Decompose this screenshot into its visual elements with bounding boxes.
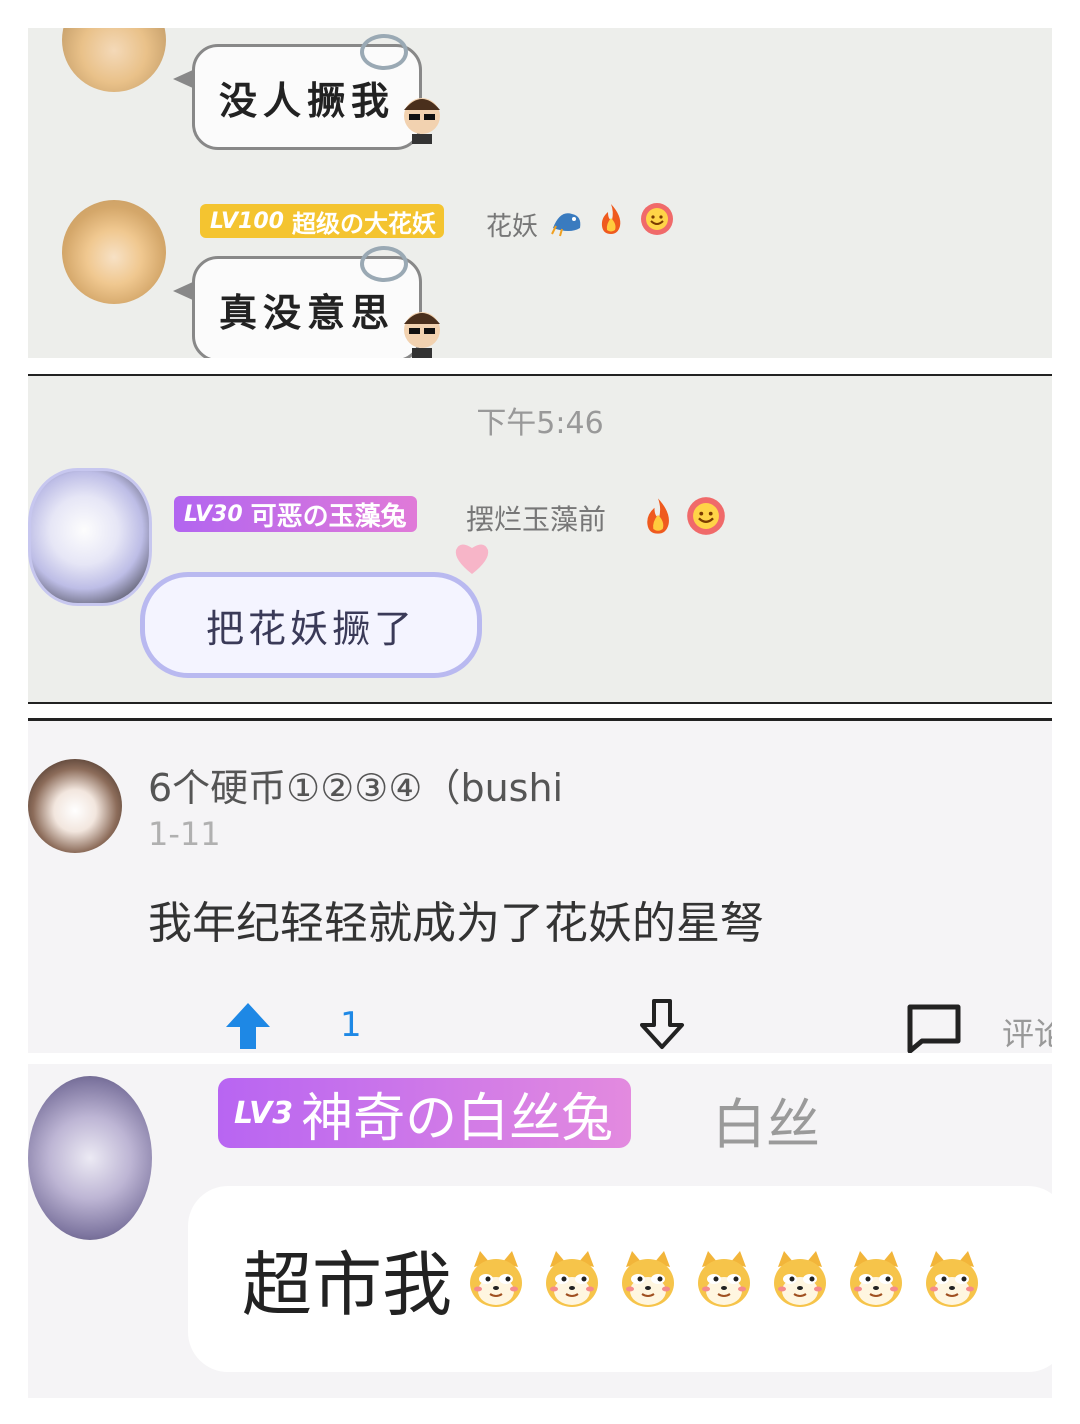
avatar[interactable] <box>28 468 152 606</box>
nickname[interactable]: 白丝 <box>712 1080 820 1159</box>
badge-name: 可恶の玉藻兔 <box>250 501 407 532</box>
level-text: LV100 <box>210 208 284 234</box>
dragon-icon <box>551 213 581 237</box>
fire-icon <box>601 204 621 234</box>
downvote-arrow-icon[interactable] <box>638 997 686 1051</box>
avatar[interactable] <box>62 200 166 304</box>
cheems-emoji <box>470 1251 522 1307</box>
comment-panel: 6个硬币①②③④（bushi 1-11 我年纪轻轻就成为了花妖的星弩 1 评论 <box>28 718 1052 1053</box>
badge-name: 超级の大花妖 <box>291 209 436 238</box>
cheems-emoji <box>622 1251 674 1307</box>
comment-icon[interactable] <box>906 1003 962 1053</box>
upvote-arrow-icon[interactable] <box>224 1001 272 1051</box>
message-text: 把花妖撅了 <box>205 606 416 651</box>
level-text: LV30 <box>184 501 243 527</box>
emoji-row <box>452 1247 984 1311</box>
comment-content: 我年纪轻轻就成为了花妖的星弩 <box>148 898 764 949</box>
cheems-emoji <box>926 1251 978 1307</box>
timestamp: 下午5:46 <box>476 406 604 441</box>
comment-username[interactable]: 6个硬币①②③④（bushi <box>148 757 563 812</box>
cheems-emoji <box>546 1251 598 1307</box>
chat-panel-2: 下午5:46 LV30 可恶の玉藻兔 摆烂玉藻前 把花妖撅了 <box>28 374 1052 704</box>
level-text: LV3 <box>234 1095 294 1131</box>
heart-icon <box>455 544 489 574</box>
message-bubble: 把花妖撅了 <box>140 572 482 678</box>
badge-name: 神奇の白丝兔 <box>301 1088 614 1149</box>
message-text: 没人撅我 <box>218 77 395 123</box>
like-count: 1 <box>340 1005 362 1045</box>
user-level-badge: LV3 神奇の白丝兔 <box>218 1078 632 1149</box>
cheems-emoji <box>698 1251 750 1307</box>
chat-panel-3: LV3 神奇の白丝兔 白丝 超市我 <box>28 1064 1052 1398</box>
comment-date: 1-11 <box>148 815 221 853</box>
smile-flower-icon <box>641 203 673 235</box>
chat-panel-1: 没人撅我 LV100 超级の大花妖 花妖 真没意思 <box>28 28 1052 358</box>
message-text: 真没意思 <box>218 289 395 335</box>
smile-flower-icon <box>687 497 725 535</box>
sunglasses-guy-icon <box>404 312 440 358</box>
user-level-badge: LV100 超级の大花妖 <box>200 204 444 238</box>
message-text: 超市我 <box>242 1243 452 1326</box>
nickname[interactable]: 摆烂玉藻前 <box>466 498 606 538</box>
fire-icon <box>647 498 669 534</box>
cheems-emoji <box>850 1251 902 1307</box>
user-level-badge: LV30 可恶の玉藻兔 <box>174 496 417 532</box>
avatar[interactable] <box>28 759 122 853</box>
comment-label[interactable]: 评论 <box>1002 1009 1052 1053</box>
message-bubble: 超市我 <box>188 1186 1052 1372</box>
avatar[interactable] <box>28 1076 152 1240</box>
cheems-emoji <box>774 1251 826 1307</box>
sunglasses-guy-icon <box>404 98 440 144</box>
bubble-decoration-icon <box>360 246 408 282</box>
bubble-decoration-icon <box>360 34 408 70</box>
nickname[interactable]: 花妖 <box>486 206 538 243</box>
avatar[interactable] <box>62 28 166 92</box>
